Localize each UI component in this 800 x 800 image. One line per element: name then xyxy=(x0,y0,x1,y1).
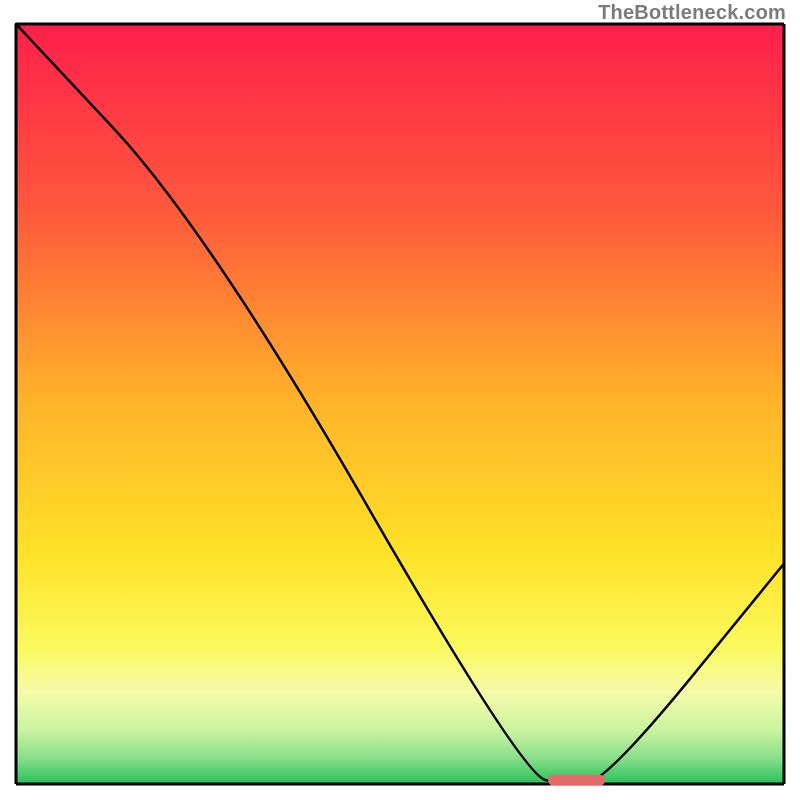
plot-background xyxy=(16,24,784,784)
bottleneck-chart xyxy=(10,22,790,790)
chart-container: TheBottleneck.com xyxy=(0,0,800,800)
